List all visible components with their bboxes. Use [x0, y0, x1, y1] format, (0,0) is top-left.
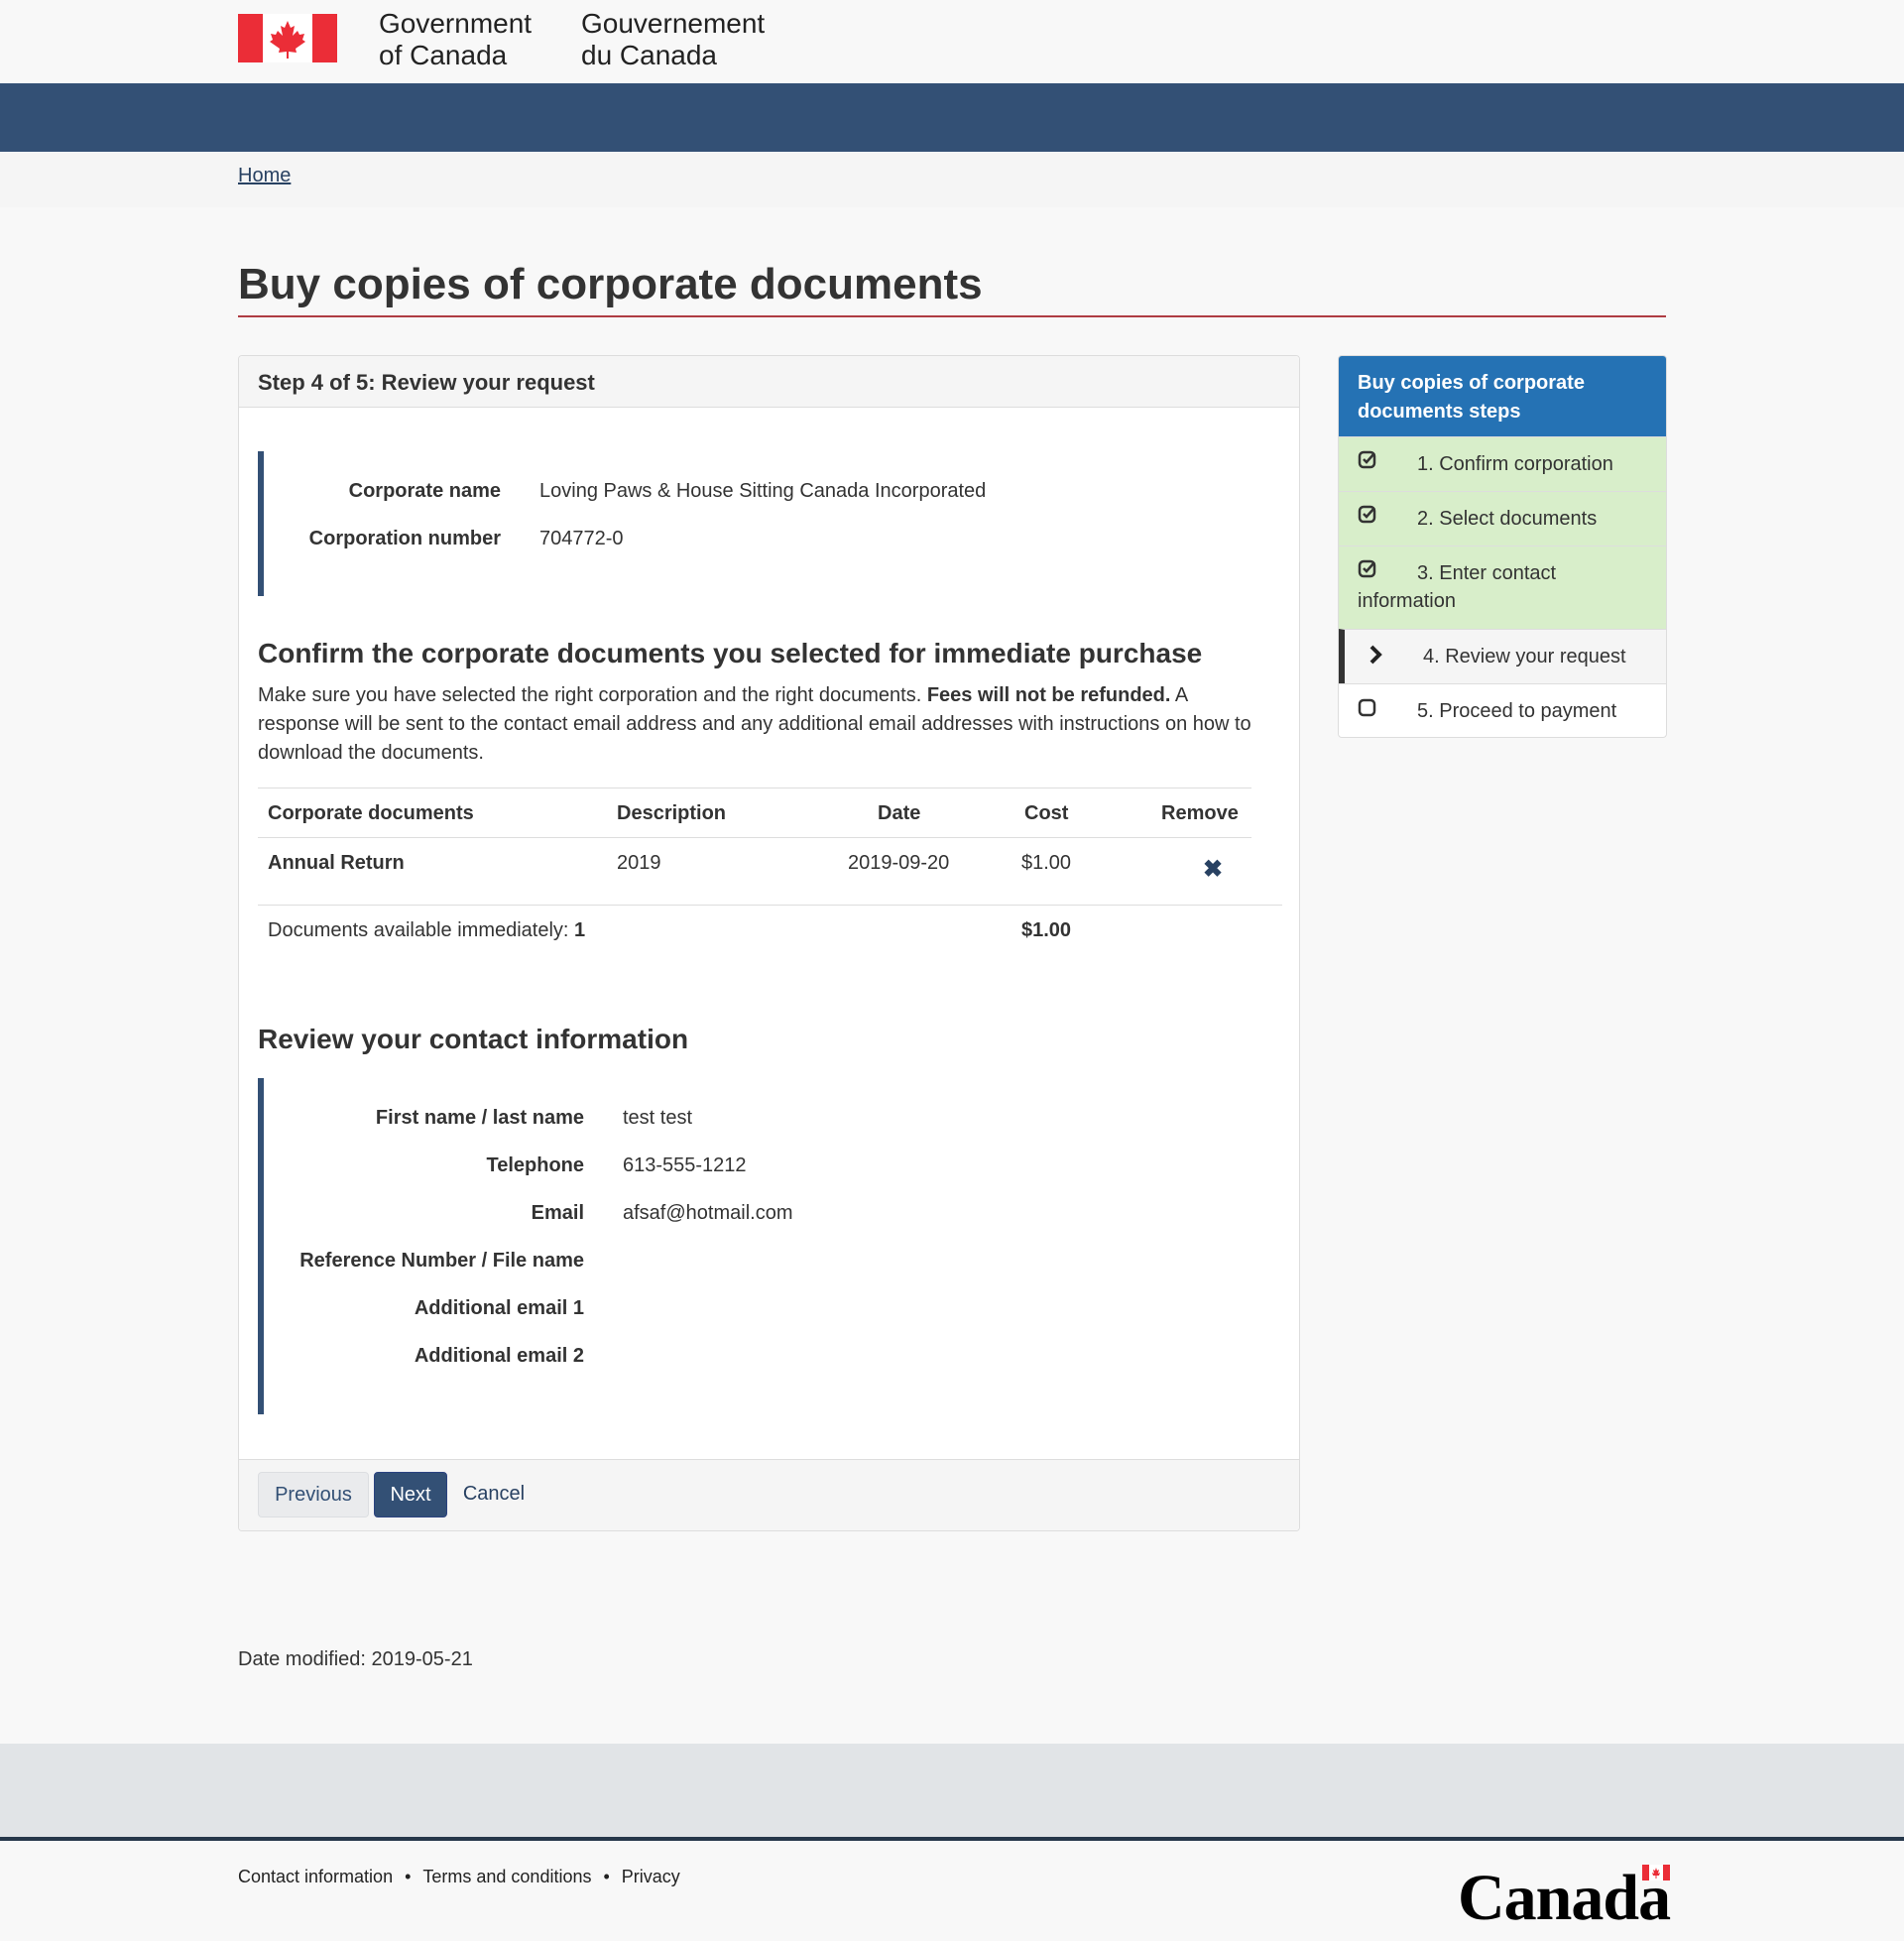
cell-date: 2019-09-20 [848, 852, 950, 874]
corporate-name-value: Loving Paws & House Sitting Canada Incor… [539, 480, 987, 502]
footer-link-terms[interactable]: Terms and conditions [422, 1867, 591, 1886]
no-refund-notice: Fees will not be refunded. [926, 684, 1171, 706]
site-header: Government of Canada Gouvernement du Can… [0, 0, 1904, 83]
sig-fr-line2: du Canada [581, 40, 718, 70]
cell-document: Annual Return [268, 852, 405, 874]
step-label: 2. Select documents [1417, 508, 1598, 530]
cell-cost: $1.00 [1021, 852, 1072, 874]
step-label: 1. Confirm corporation [1417, 453, 1613, 475]
cancel-link[interactable]: Cancel [459, 1472, 529, 1517]
email-value: afsaf@hotmail.com [623, 1202, 793, 1224]
chevron-right-icon [1369, 645, 1382, 665]
name-label: First name / last name [375, 1107, 584, 1129]
check-square-icon [1358, 559, 1376, 578]
check-square-icon [1358, 450, 1376, 469]
additional-email-2-label: Additional email 2 [414, 1345, 584, 1367]
table-header-border [258, 837, 1251, 838]
additional-email-1-label: Additional email 1 [414, 1297, 584, 1319]
main-nav-bar [0, 83, 1904, 152]
steps-sidebar: Buy copies of corporate documents steps … [1338, 355, 1667, 738]
remove-item-icon[interactable]: ✖ [1203, 855, 1223, 884]
canada-flag-logo [238, 14, 337, 62]
steps-sidebar-title: Buy copies of corporate documents steps [1339, 356, 1666, 436]
page-title: Buy copies of corporate documents [238, 260, 983, 308]
reference-label: Reference Number / File name [299, 1250, 584, 1272]
step-label: 4. Review your request [1423, 646, 1626, 667]
panel-footer: Previous Next Cancel [239, 1459, 1299, 1530]
sig-en-line2: of Canada [379, 40, 508, 70]
col-header-documents: Corporate documents [268, 802, 474, 824]
col-header-remove: Remove [1161, 802, 1239, 824]
contact-info-heading: Review your contact information [258, 1024, 689, 1054]
step-label-line1: 3. Enter contact [1417, 562, 1557, 584]
footer-link-privacy[interactable]: Privacy [622, 1867, 680, 1886]
step-label: 5. Proceed to payment [1417, 700, 1617, 722]
footer-link-contact[interactable]: Contact information [238, 1867, 393, 1886]
signature-french[interactable]: Gouvernement du Canada [581, 8, 765, 71]
telephone-value: 613-555-1212 [623, 1154, 747, 1176]
corporate-name-label: Corporate name [348, 480, 501, 502]
footer-links: Contact information • Terms and conditions… [238, 1867, 680, 1887]
step-item-review-request[interactable]: 4. Review your request [1339, 629, 1666, 683]
date-modified: Date modified: 2019-05-21 [238, 1648, 473, 1670]
footer-band [0, 1744, 1904, 1837]
panel-heading: Step 4 of 5: Review your request [239, 356, 1299, 408]
previous-button[interactable]: Previous [258, 1472, 369, 1517]
col-header-description: Description [617, 802, 727, 824]
check-square-icon [1358, 505, 1376, 524]
total-label: Documents available immediately: [268, 919, 569, 941]
wordmark-flag-icon [1642, 1865, 1670, 1880]
separator-dot: • [405, 1867, 412, 1886]
next-button[interactable]: Next [374, 1472, 447, 1517]
telephone-label: Telephone [486, 1154, 584, 1176]
cell-description: 2019 [617, 852, 661, 874]
separator-dot: • [603, 1867, 610, 1886]
title-underline [238, 315, 1666, 317]
step-item-confirm-corporation[interactable]: 1. Confirm corporation [1339, 436, 1666, 491]
table-row-border [258, 905, 1282, 906]
confirm-instructions: Make sure you have selected the right co… [258, 681, 1269, 768]
signature-english[interactable]: Government of Canada [379, 8, 532, 71]
review-panel: Step 4 of 5: Review your request Corpora… [238, 355, 1300, 1531]
step-heading: Step 4 of 5: Review your request [258, 370, 595, 395]
total-cost: $1.00 [1021, 919, 1072, 941]
step-item-proceed-payment[interactable]: 5. Proceed to payment [1339, 683, 1666, 737]
contact-info-bar [258, 1078, 264, 1414]
col-header-cost: Cost [1024, 802, 1069, 824]
confirm-text-1: Make sure you have selected the right co… [258, 684, 922, 706]
corporation-number-label: Corporation number [308, 528, 501, 549]
step-label-line2: information [1358, 590, 1456, 612]
breadcrumb-home-link[interactable]: Home [238, 165, 291, 187]
col-header-date: Date [878, 802, 921, 824]
sig-en-line1: Government [379, 8, 533, 39]
name-value: test test [623, 1107, 693, 1129]
step-item-select-documents[interactable]: 2. Select documents [1339, 491, 1666, 546]
footer-rule [0, 1837, 1904, 1841]
email-label: Email [531, 1202, 584, 1224]
sig-fr-line1: Gouvernement [581, 8, 766, 39]
empty-square-icon [1358, 698, 1376, 717]
step-item-enter-contact[interactable]: 3. Enter contact information [1339, 546, 1666, 629]
total-count: 1 [574, 919, 586, 941]
confirm-documents-heading: Confirm the corporate documents you sele… [258, 638, 1203, 668]
documents-available-total: Documents available immediately: 1 [268, 919, 585, 942]
table-top-border [258, 788, 1251, 789]
corporation-number-value: 704772-0 [539, 528, 624, 549]
canada-wordmark: Canada [1458, 1862, 1671, 1934]
corporation-info-bar [258, 451, 264, 596]
